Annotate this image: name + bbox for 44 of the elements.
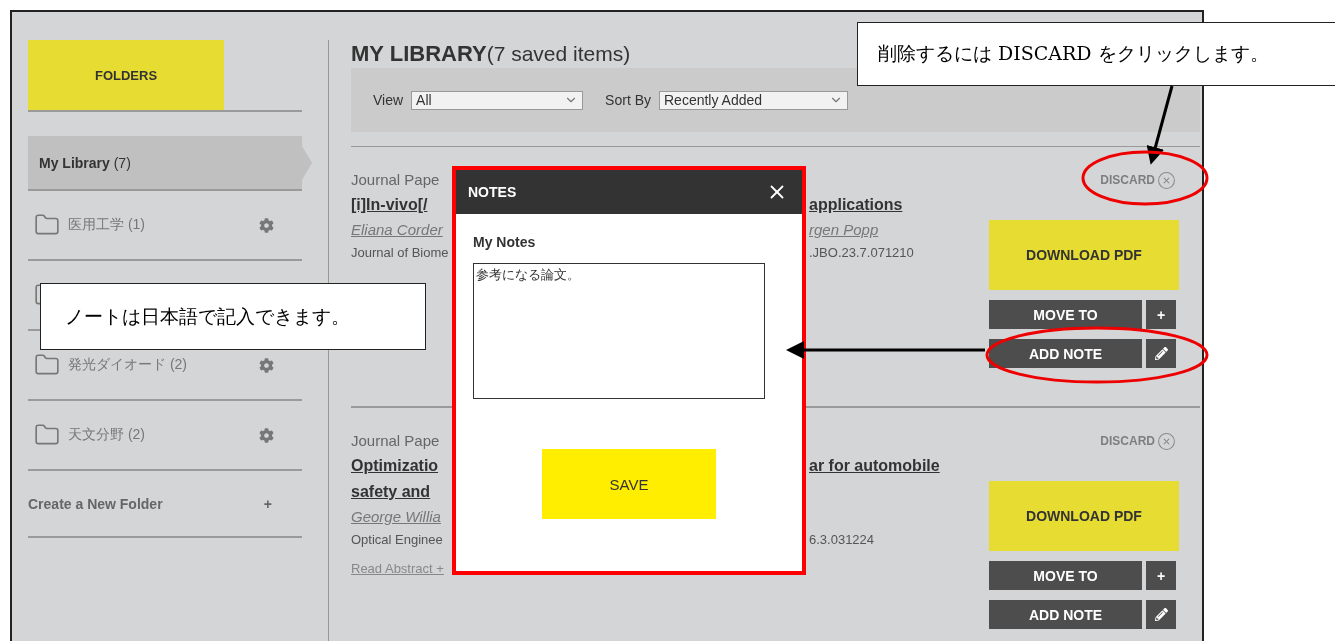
- edit-note-button[interactable]: [1146, 600, 1176, 629]
- add-folder-button[interactable]: +: [1146, 300, 1176, 329]
- move-to-button[interactable]: MOVE TO: [989, 300, 1142, 329]
- settings-icon[interactable]: [259, 357, 274, 373]
- callout-box: ノートは日本語で記入できます。: [40, 283, 426, 350]
- dialog-title: NOTES: [468, 184, 517, 200]
- journal-citation: Optical Enginee: [351, 531, 444, 549]
- paper-title[interactable]: applications: [809, 194, 986, 220]
- sort-label: Sort By: [605, 92, 651, 108]
- download-pdf-button[interactable]: DOWNLOAD PDF: [989, 481, 1179, 551]
- journal-citation: Journal of Biome: [351, 244, 450, 262]
- view-label: View: [373, 92, 404, 108]
- settings-icon[interactable]: [259, 217, 274, 233]
- plus-icon[interactable]: +: [263, 495, 272, 512]
- paper-title[interactable]: [i]In-vivo[/: [351, 194, 452, 220]
- paper-title[interactable]: ar for automobile: [809, 455, 986, 481]
- sort-select[interactable]: Recently Added: [659, 90, 848, 110]
- notes-field[interactable]: 参考になる論文。: [473, 263, 765, 399]
- item-type: Journal Pape: [351, 170, 441, 190]
- paper-title[interactable]: safety and: [351, 481, 452, 507]
- saved-count: (7 saved items): [486, 42, 631, 66]
- item-type: Journal Pape: [351, 431, 441, 451]
- download-pdf-button[interactable]: DOWNLOAD PDF: [989, 220, 1179, 290]
- close-circle-icon: [1157, 431, 1176, 451]
- edit-note-button[interactable]: [1146, 339, 1176, 368]
- journal-citation: 6.3.031224: [809, 531, 876, 549]
- add-note-button[interactable]: ADD NOTE: [989, 339, 1142, 368]
- move-to-button[interactable]: MOVE TO: [989, 561, 1142, 590]
- pencil-icon: [1154, 347, 1168, 360]
- view-select[interactable]: All: [411, 90, 584, 110]
- journal-citation: .JBO.23.7.071210: [809, 244, 915, 262]
- pencil-icon: [1154, 608, 1168, 621]
- page-title: MY LIBRARY: [351, 41, 487, 67]
- settings-icon[interactable]: [259, 427, 274, 443]
- folders-button[interactable]: FOLDERS: [28, 40, 224, 110]
- add-note-button[interactable]: ADD NOTE: [989, 600, 1142, 629]
- callout-box: 削除するには DISCARD をクリックします。: [857, 22, 1335, 86]
- paper-title[interactable]: Optimizatio: [351, 455, 452, 481]
- sidebar-item-label[interactable]: My Library (7): [39, 154, 292, 171]
- add-folder-button[interactable]: +: [1146, 561, 1176, 590]
- create-folder-link[interactable]: Create a New Folder: [28, 495, 163, 512]
- notes-label: My Notes: [473, 234, 537, 250]
- close-circle-icon: [1157, 170, 1176, 190]
- save-button[interactable]: SAVE: [542, 449, 716, 519]
